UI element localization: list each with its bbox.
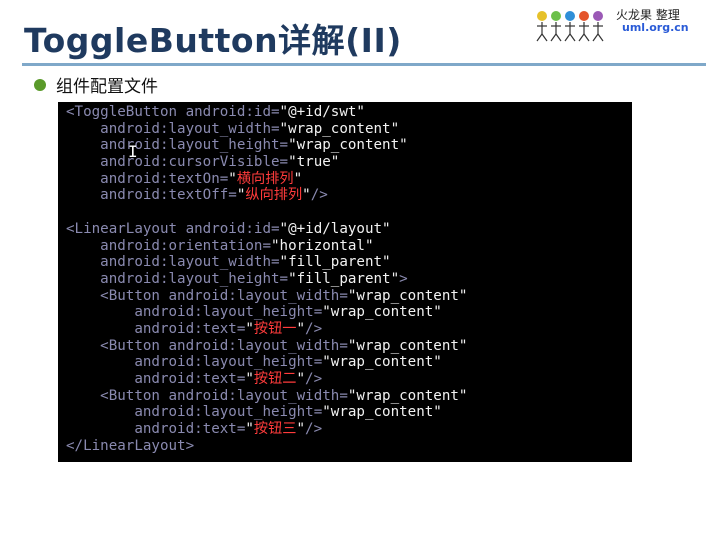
- title-underline: [22, 63, 706, 66]
- bullet-dot-icon: [34, 78, 46, 91]
- code-line: android:text="按钮二"/>: [66, 371, 323, 387]
- text-cursor-icon: I: [128, 142, 138, 161]
- bullet-item: 组件配置文件: [34, 72, 158, 97]
- code-line: android:layout_height="wrap_content": [66, 354, 442, 371]
- code-screenshot: <ToggleButton android:id="@+id/swt" andr…: [58, 102, 632, 462]
- code-line: android:layout_height="wrap_content": [66, 404, 442, 421]
- code-line: <ToggleButton android:id="@+id/swt": [66, 104, 365, 120]
- code-line: <Button android:layout_width="wrap_conte…: [66, 337, 468, 354]
- slide-title: ToggleButton详解(II): [24, 21, 402, 60]
- code-line: </LinearLayout>: [66, 437, 195, 454]
- code-line: android:text="按钮一"/>: [66, 320, 323, 337]
- logo-site-text: uml.org.cn: [622, 21, 689, 34]
- code-line: android:orientation="horizontal": [66, 237, 374, 254]
- code-line: android:textOff="纵向排列"/>: [66, 187, 328, 204]
- code-line: android:layout_height="wrap_content": [66, 137, 408, 154]
- code-line: android:text="按钮三"/>: [66, 421, 323, 438]
- code-line: android:layout_height="wrap_content": [66, 304, 442, 321]
- code-line: android:layout_height="fill_parent">: [66, 270, 408, 287]
- code-line: <Button android:layout_width="wrap_conte…: [66, 287, 468, 304]
- bullet-text: 组件配置文件: [56, 77, 158, 97]
- code-line: android:cursorVisible="true": [66, 154, 340, 171]
- code-line: android:layout_width="fill_parent": [66, 254, 391, 271]
- code-line: android:layout_width="wrap_content": [66, 120, 400, 137]
- code-block: <ToggleButton android:id="@+id/swt" andr…: [66, 104, 467, 454]
- code-line: <LinearLayout android:id="@+id/layout": [66, 220, 391, 237]
- code-line: <Button android:layout_width="wrap_conte…: [66, 387, 468, 404]
- code-line: android:textOn="横向排列": [66, 170, 303, 187]
